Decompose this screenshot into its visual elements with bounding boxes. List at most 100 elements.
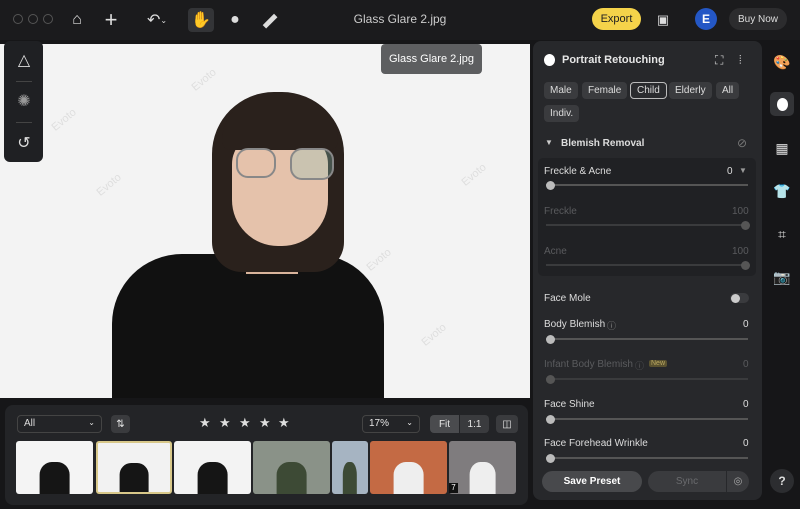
body-blemish-label: Body Blemish	[544, 319, 606, 330]
link-icon[interactable]: ⦙	[739, 53, 742, 68]
filter-value: All	[24, 418, 36, 429]
face-mole-label: Face Mole	[544, 293, 591, 304]
help-button[interactable]: ?	[770, 469, 794, 493]
filename-tooltip: Glass Glare 2.jpg	[381, 44, 482, 74]
thumbnail-subject	[119, 462, 149, 492]
watermark: Evoto	[364, 246, 394, 274]
export-button[interactable]: Export	[592, 8, 641, 30]
fit-button[interactable]: Fit	[430, 415, 459, 433]
face-shine-value: 0	[743, 399, 749, 410]
star-1[interactable]: ★	[199, 415, 211, 431]
freckle-value: 100	[732, 206, 749, 217]
thumbnail[interactable]	[174, 441, 251, 494]
thumbnail[interactable]	[449, 441, 516, 494]
camera-icon[interactable]: 📷	[770, 265, 794, 289]
divider	[16, 122, 32, 123]
photo-canvas[interactable]: Evoto Evoto Evoto Evoto Evoto Evoto	[0, 44, 530, 398]
freckle-acne-slider[interactable]	[546, 180, 748, 190]
landscape-icon[interactable]: △	[11, 48, 37, 72]
watermark: Evoto	[94, 171, 124, 199]
palette-icon[interactable]: 🎨	[770, 50, 794, 74]
thumbnail[interactable]	[253, 441, 330, 494]
subject-bangs	[222, 96, 338, 150]
zoom-value: 17%	[369, 418, 390, 429]
chip-female[interactable]: Female	[582, 82, 628, 99]
face-detect-icon[interactable]: ⛶	[715, 53, 723, 68]
freckle-slider[interactable]	[546, 220, 750, 230]
thumbnail-subject	[469, 462, 496, 494]
freckle-label: Freckle	[544, 206, 577, 217]
chip-child[interactable]: Child	[630, 82, 667, 99]
slider-knob[interactable]	[546, 374, 555, 384]
thumbnail-subject	[342, 462, 358, 494]
face-mole-toggle[interactable]	[730, 293, 749, 303]
thumbnail-subject	[197, 462, 228, 494]
infant-label: Infant Body Blemish	[544, 359, 633, 370]
mask-icon[interactable]: ✺	[11, 89, 37, 113]
panel-title: Portrait Retouching	[562, 54, 665, 66]
shirt-icon[interactable]: 👕	[770, 179, 794, 203]
help-icon[interactable]: ⓘ	[635, 359, 644, 372]
face-icon[interactable]	[770, 92, 794, 116]
crop-icon[interactable]: ⌗	[770, 222, 794, 246]
slider-knob[interactable]	[741, 220, 750, 230]
slider-knob[interactable]	[546, 334, 555, 344]
slider-knob[interactable]	[546, 180, 555, 190]
star-3[interactable]: ★	[239, 415, 251, 431]
thumbnail[interactable]	[332, 441, 368, 494]
chip-indiv[interactable]: Indiv.	[544, 105, 580, 122]
acne-slider[interactable]	[546, 260, 750, 270]
stack-count-badge: 7	[449, 483, 458, 493]
thumbnail[interactable]	[96, 441, 172, 494]
infant-slider[interactable]	[546, 374, 748, 384]
slider-knob[interactable]	[546, 414, 555, 424]
face-shine-slider[interactable]	[546, 414, 748, 424]
slider-knob[interactable]	[741, 260, 750, 270]
watermark: Evoto	[459, 161, 489, 189]
subject-shirt	[112, 254, 384, 398]
star-4[interactable]: ★	[259, 415, 271, 431]
divider	[16, 81, 32, 82]
compare-icon[interactable]: ◫	[496, 415, 518, 433]
star-5[interactable]: ★	[278, 415, 290, 431]
sync-settings-icon[interactable]: ◎	[727, 471, 749, 492]
chevron-down-icon: ⌄	[88, 418, 95, 427]
history-icon[interactable]: ↺	[11, 131, 37, 155]
buy-now-button[interactable]: Buy Now	[729, 8, 787, 30]
body-blemish-slider[interactable]	[546, 334, 748, 344]
chip-all[interactable]: All	[716, 82, 740, 99]
face-icon	[544, 54, 555, 66]
slider-knob[interactable]	[546, 453, 555, 463]
face-shine-label: Face Shine	[544, 399, 595, 410]
thumbnail[interactable]	[16, 441, 93, 494]
expand-icon[interactable]: ▼	[739, 166, 747, 175]
freckle-acne-label: Freckle & Acne	[544, 166, 612, 177]
share-icon[interactable]: ▣	[650, 8, 676, 32]
collapse-triangle-icon[interactable]: ▼	[545, 138, 553, 147]
acne-value: 100	[732, 246, 749, 257]
filter-select[interactable]: All ⌄	[17, 415, 102, 433]
chip-male[interactable]: Male	[544, 82, 578, 99]
gradient-icon[interactable]: ▦	[770, 136, 794, 160]
sort-button[interactable]: ⇅	[111, 415, 130, 433]
eraser-icon[interactable]: ⊘	[737, 136, 747, 150]
wrinkle-slider[interactable]	[546, 453, 748, 463]
avatar[interactable]: E	[695, 8, 717, 30]
thumbnail-subject	[276, 462, 307, 494]
thumbnail[interactable]	[370, 441, 447, 494]
section-title[interactable]: Blemish Removal	[561, 138, 644, 149]
glasses-left	[236, 148, 276, 178]
chevron-down-icon: ⌄	[406, 418, 413, 427]
one-to-one-button[interactable]: 1:1	[460, 415, 489, 433]
help-icon[interactable]: ⓘ	[607, 319, 616, 332]
watermark: Evoto	[189, 66, 219, 94]
save-preset-button[interactable]: Save Preset	[542, 471, 642, 492]
freckle-acne-value: 0	[727, 166, 733, 177]
chip-elderly[interactable]: Elderly	[669, 82, 712, 99]
sync-button[interactable]: Sync	[648, 471, 726, 492]
zoom-select[interactable]: 17% ⌄	[362, 415, 420, 433]
star-2[interactable]: ★	[219, 415, 231, 431]
body-blemish-value: 0	[743, 319, 749, 330]
watermark: Evoto	[49, 106, 79, 134]
glasses-right	[290, 148, 334, 180]
